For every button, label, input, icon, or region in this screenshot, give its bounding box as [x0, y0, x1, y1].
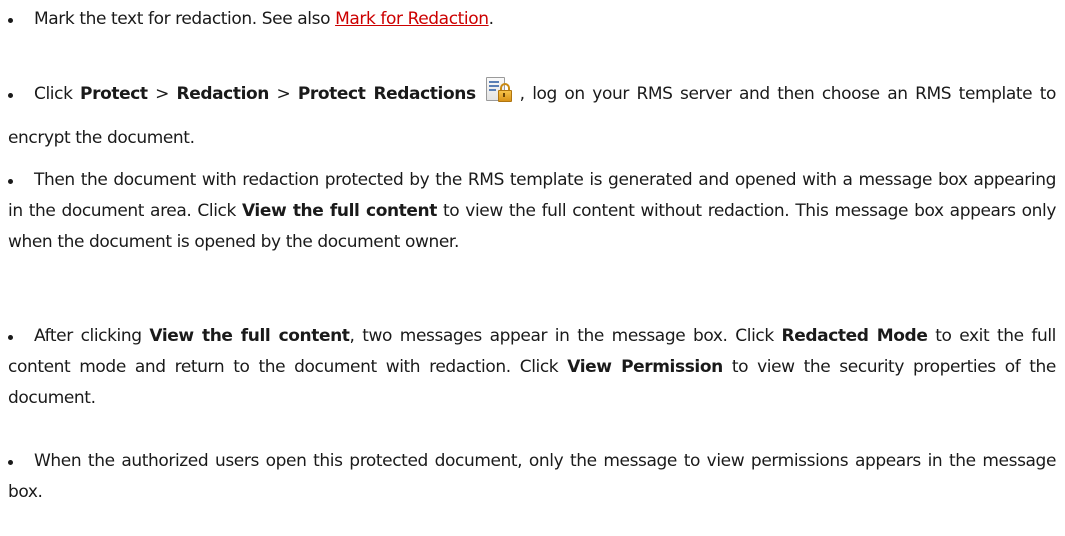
bullet-item-authorized-users: When the authorized users open this prot…: [8, 451, 1056, 502]
redacted-mode-label: Redacted Mode: [781, 326, 928, 346]
bullet-icon: [8, 92, 13, 98]
mark-for-redaction-link[interactable]: Mark for Redaction: [335, 9, 489, 29]
bullet-icon: [8, 459, 13, 465]
document-body: Mark the text for redaction. See also Ma…: [0, 0, 1065, 536]
protect-redactions-icon: [485, 77, 512, 105]
view-full-content-label: View the full content: [149, 326, 350, 346]
bullet-item-generated-document: Then the document with redaction protect…: [8, 170, 1056, 252]
bullet-icon: [8, 17, 13, 23]
bullet-item-mark-text: Mark the text for redaction. See also Ma…: [8, 4, 1056, 35]
bullet-item-after-clicking: After clicking View the full content, tw…: [8, 326, 1056, 408]
menu-redaction: Redaction: [176, 84, 270, 104]
view-full-content-label: View the full content: [241, 201, 437, 221]
bullet-icon: [8, 178, 13, 184]
view-permission-label: View Permission: [567, 357, 723, 377]
menu-protect: Protect: [80, 84, 148, 104]
bullet-item-protect-redactions: Click Protect > Redaction > Protect Reda…: [8, 72, 1056, 160]
bullet-text: Mark the text for redaction. See also: [34, 9, 336, 29]
bullet-icon: [8, 334, 13, 340]
menu-protect-redactions: Protect Redactions: [297, 84, 476, 104]
